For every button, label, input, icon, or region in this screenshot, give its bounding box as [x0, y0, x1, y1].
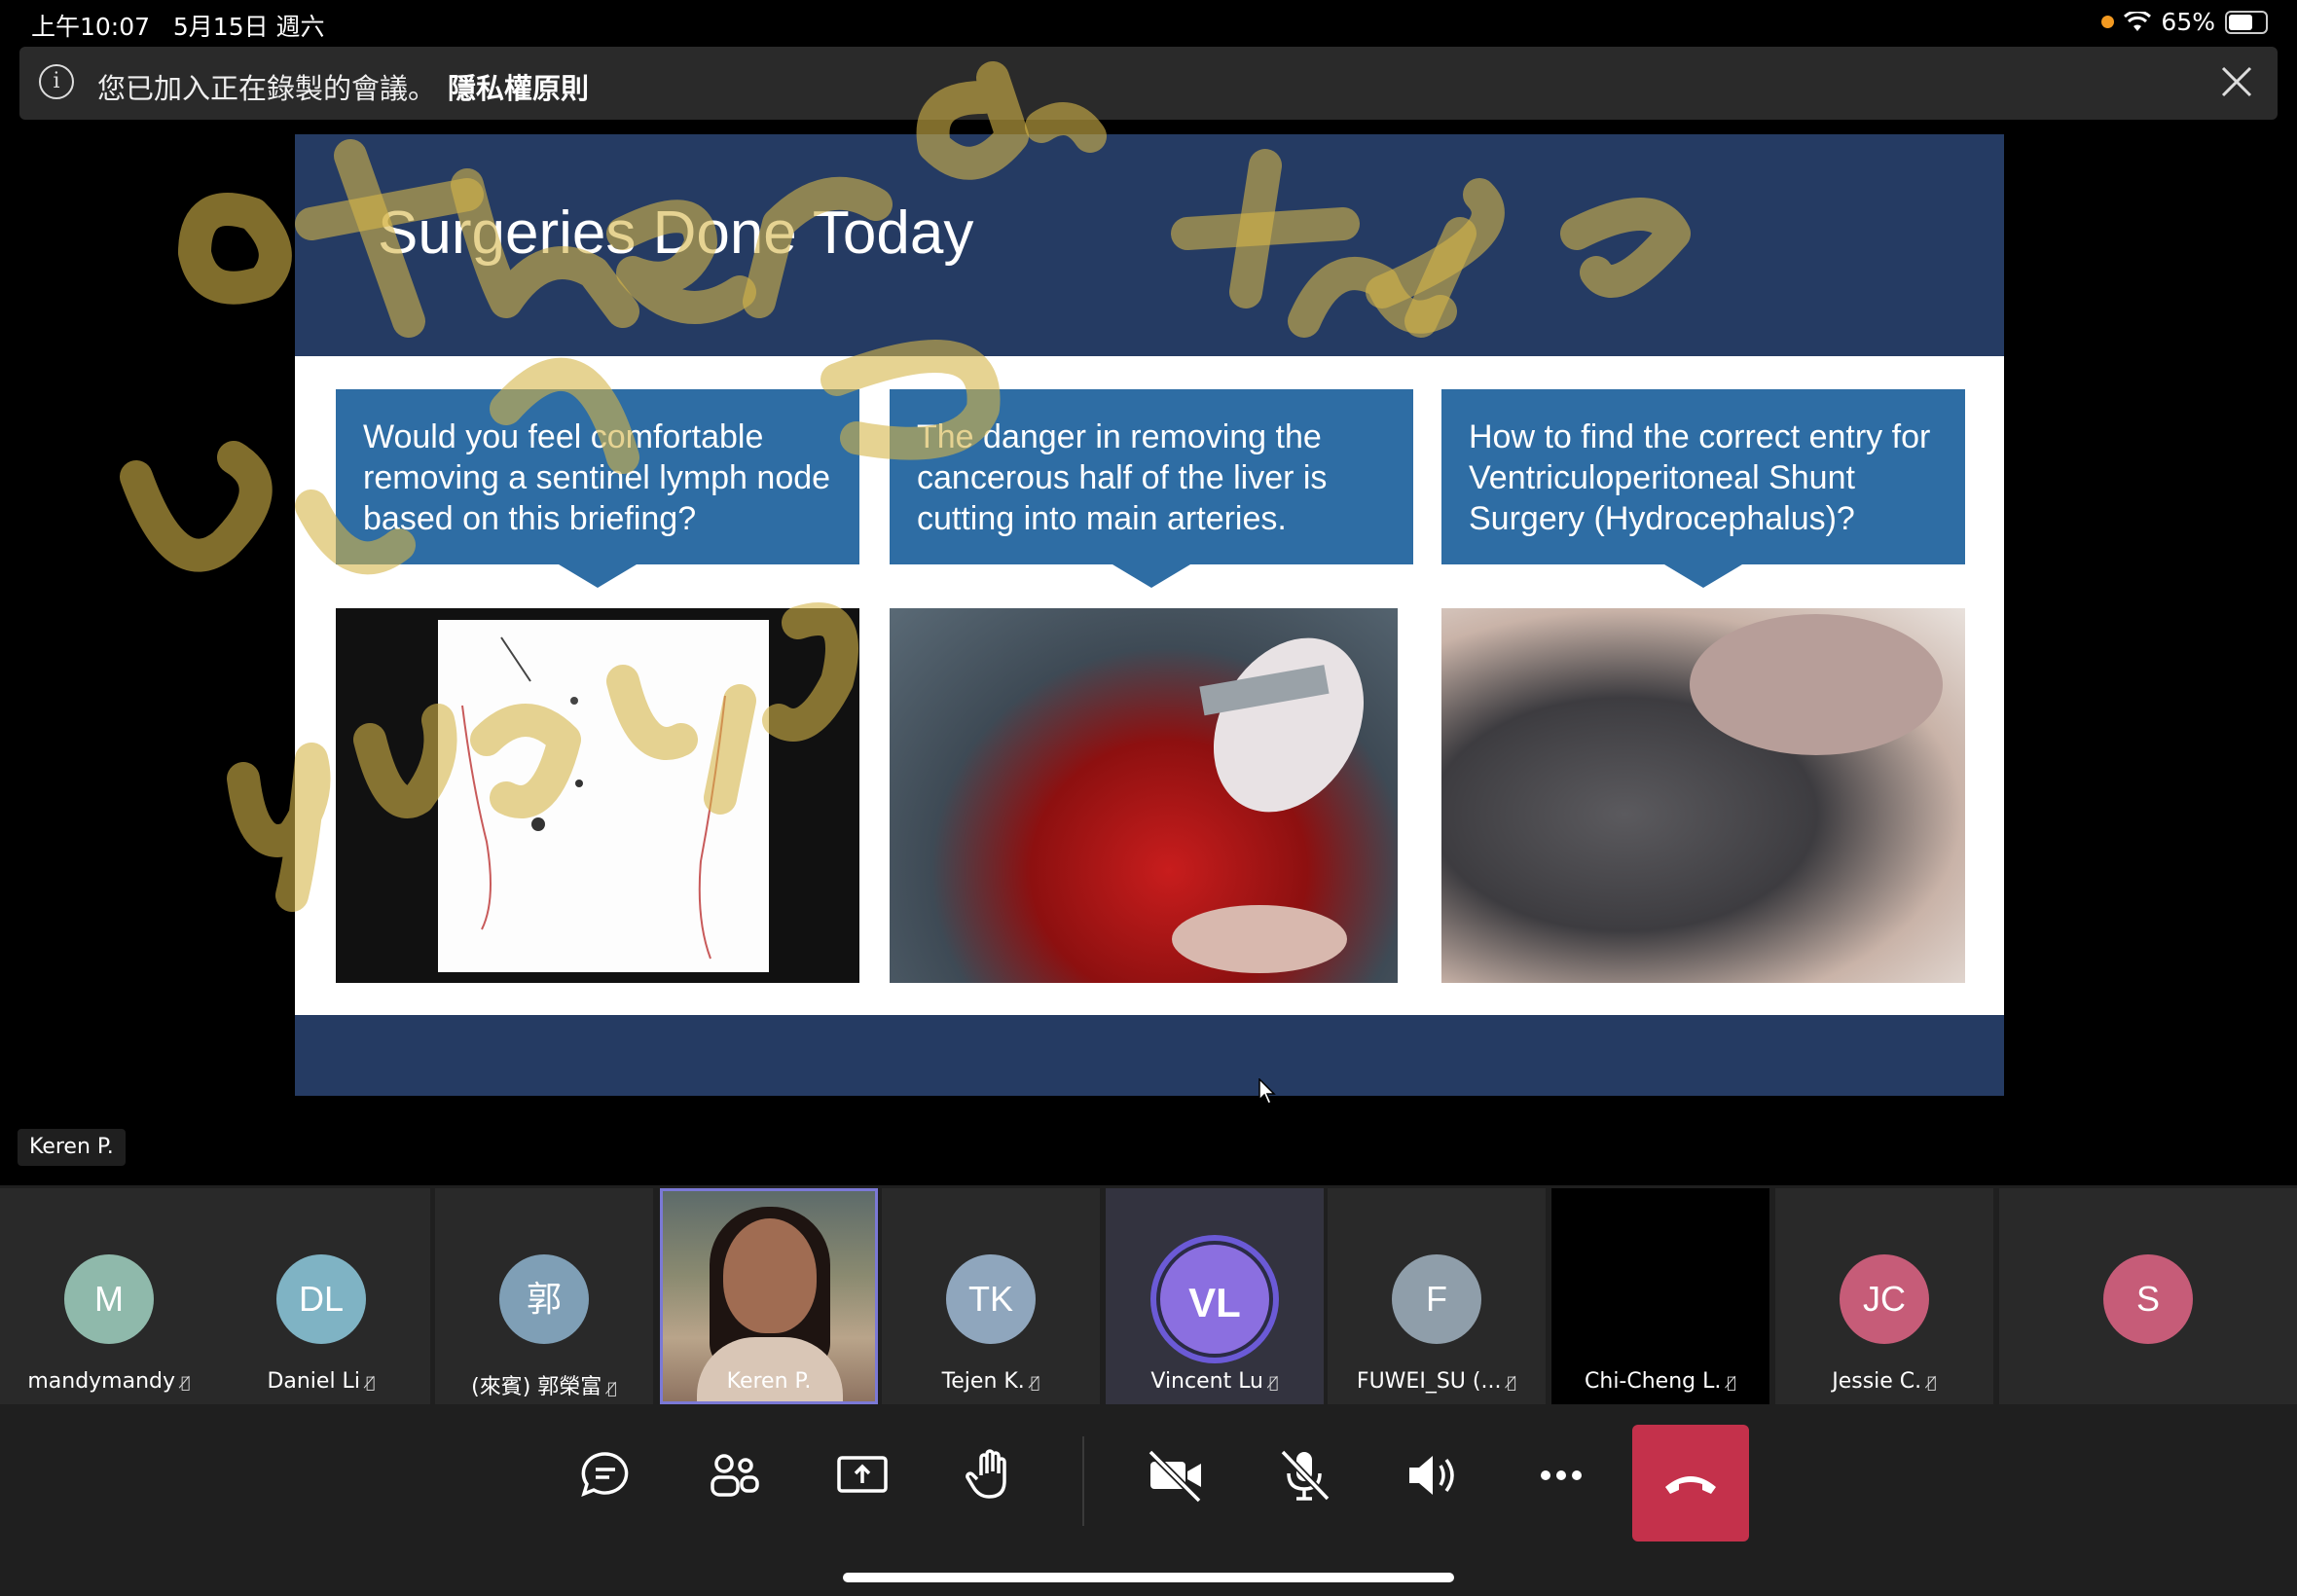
mic-muted-icon: 🎙̸ — [1030, 1373, 1040, 1392]
share-screen-icon[interactable] — [823, 1436, 901, 1514]
close-icon[interactable] — [2215, 60, 2258, 103]
avatar: S — [2103, 1254, 2193, 1344]
battery-percent: 65% — [2161, 8, 2215, 36]
avatar: JC — [1840, 1254, 1929, 1344]
mic-muted-icon: 🎙̸ — [1507, 1373, 1517, 1392]
presenter-name-label: Keren P. — [18, 1129, 126, 1166]
mic-muted-icon: 🎙̸ — [1727, 1373, 1736, 1392]
mic-muted-icon: 🎙̸ — [365, 1373, 376, 1392]
lymphoscintigraphy-image — [336, 608, 859, 983]
status-bar: 上午10:07 5月15日 週六 65% — [0, 0, 2297, 45]
participant-tile-speaking[interactable]: VL Vincent Lu 🎙̸ — [1106, 1188, 1324, 1404]
question-box-3: How to find the correct entry for Ventri… — [1441, 389, 1965, 588]
slide-footer — [295, 1015, 2004, 1096]
mic-off-icon[interactable] — [1265, 1436, 1343, 1514]
info-icon: i — [39, 64, 74, 99]
question-box-1: Would you feel comfortable removing a se… — [336, 389, 859, 588]
wifi-icon — [2124, 11, 2152, 31]
participant-strip[interactable]: M mandymandy 🎙̸ DL Daniel Li 🎙̸ 郭 (來賓) 郭榮富… — [0, 1185, 2297, 1407]
participant-tile-video[interactable]: Keren P. — [660, 1188, 878, 1404]
participant-name: (來賓) 郭榮富 🎙̸ — [471, 1375, 617, 1399]
participant-name: Daniel Li 🎙̸ — [267, 1369, 376, 1394]
participant-video-face — [723, 1218, 817, 1333]
recording-dot-icon — [2101, 16, 2115, 28]
status-right: 65% — [2101, 8, 2268, 36]
participant-name: Chi-Cheng L. 🎙̸ — [1585, 1369, 1736, 1394]
more-icon[interactable] — [1522, 1436, 1600, 1514]
speaker-icon[interactable] — [1394, 1436, 1472, 1514]
participant-name: FUWEI_SU (... 🎙̸ — [1356, 1369, 1517, 1394]
participant-tile[interactable]: TK Tejen K. 🎙̸ — [882, 1188, 1100, 1404]
participant-tile[interactable]: F FUWEI_SU (... 🎙̸ — [1328, 1188, 1546, 1404]
participant-name: Jessie C. 🎙̸ — [1832, 1369, 1937, 1394]
mouse-cursor-icon — [1258, 1078, 1276, 1105]
hydrocephalus-image — [1441, 608, 1965, 983]
participants-icon[interactable] — [695, 1436, 773, 1514]
participant-tile[interactable]: Chi-Cheng L. 🎙̸ — [1551, 1188, 1769, 1404]
meeting-controls — [0, 1407, 2297, 1596]
mic-muted-icon: 🎙̸ — [1269, 1373, 1279, 1392]
slide-title: Surgeries Done Today — [378, 200, 974, 267]
status-date: 5月15日 週六 — [172, 13, 325, 41]
blurred-face — [1690, 614, 1943, 755]
participant-name: Keren P. — [726, 1369, 812, 1394]
hang-up-icon — [1665, 1476, 1716, 1494]
avatar: 郭 — [499, 1254, 589, 1344]
chat-icon[interactable] — [566, 1436, 644, 1514]
mic-muted-icon: 🎙̸ — [607, 1379, 617, 1397]
battery-icon — [2225, 10, 2268, 34]
recording-banner: i 您已加入正在錄製的會議。 隱私權原則 — [19, 47, 2278, 120]
privacy-policy-link[interactable]: 隱私權原則 — [448, 72, 589, 105]
home-indicator[interactable] — [843, 1573, 1454, 1582]
mic-muted-icon: 🎙̸ — [181, 1373, 191, 1392]
participant-tile[interactable]: 郭 (來賓) 郭榮富 🎙̸ — [435, 1188, 653, 1404]
participant-tile[interactable]: M mandymandy 🎙̸ — [0, 1188, 218, 1404]
control-divider — [1082, 1436, 1084, 1526]
question-box-2: The danger in removing the cancerous hal… — [890, 389, 1413, 588]
status-time-date: 上午10:07 5月15日 週六 — [31, 8, 325, 43]
participant-tile[interactable]: DL Daniel Li 🎙̸ — [212, 1188, 430, 1404]
status-time: 上午10:07 — [31, 13, 151, 41]
participant-name: Tejen K. 🎙̸ — [941, 1369, 1040, 1394]
avatar: TK — [946, 1254, 1036, 1344]
avatar: F — [1392, 1254, 1481, 1344]
avatar: VL — [1156, 1241, 1273, 1358]
camera-off-icon[interactable] — [1137, 1436, 1215, 1514]
liver-surgery-image — [890, 608, 1398, 983]
participant-tile[interactable]: JC Jessie C. 🎙̸ — [1775, 1188, 1993, 1404]
shared-slide: Surgeries Done Today Would you feel comf… — [295, 134, 2004, 1096]
mic-muted-icon: 🎙̸ — [1927, 1373, 1937, 1392]
banner-message: 您已加入正在錄製的會議。 — [97, 72, 437, 105]
banner-text: 您已加入正在錄製的會議。 隱私權原則 — [97, 66, 589, 107]
participant-tile[interactable]: S — [1999, 1188, 2297, 1404]
avatar: M — [64, 1254, 154, 1344]
participant-name: Vincent Lu 🎙̸ — [1150, 1369, 1279, 1394]
raise-hand-icon[interactable] — [952, 1436, 1030, 1514]
participant-name: mandymandy 🎙̸ — [27, 1369, 191, 1394]
hang-up-button[interactable] — [1632, 1425, 1749, 1542]
avatar: DL — [276, 1254, 366, 1344]
